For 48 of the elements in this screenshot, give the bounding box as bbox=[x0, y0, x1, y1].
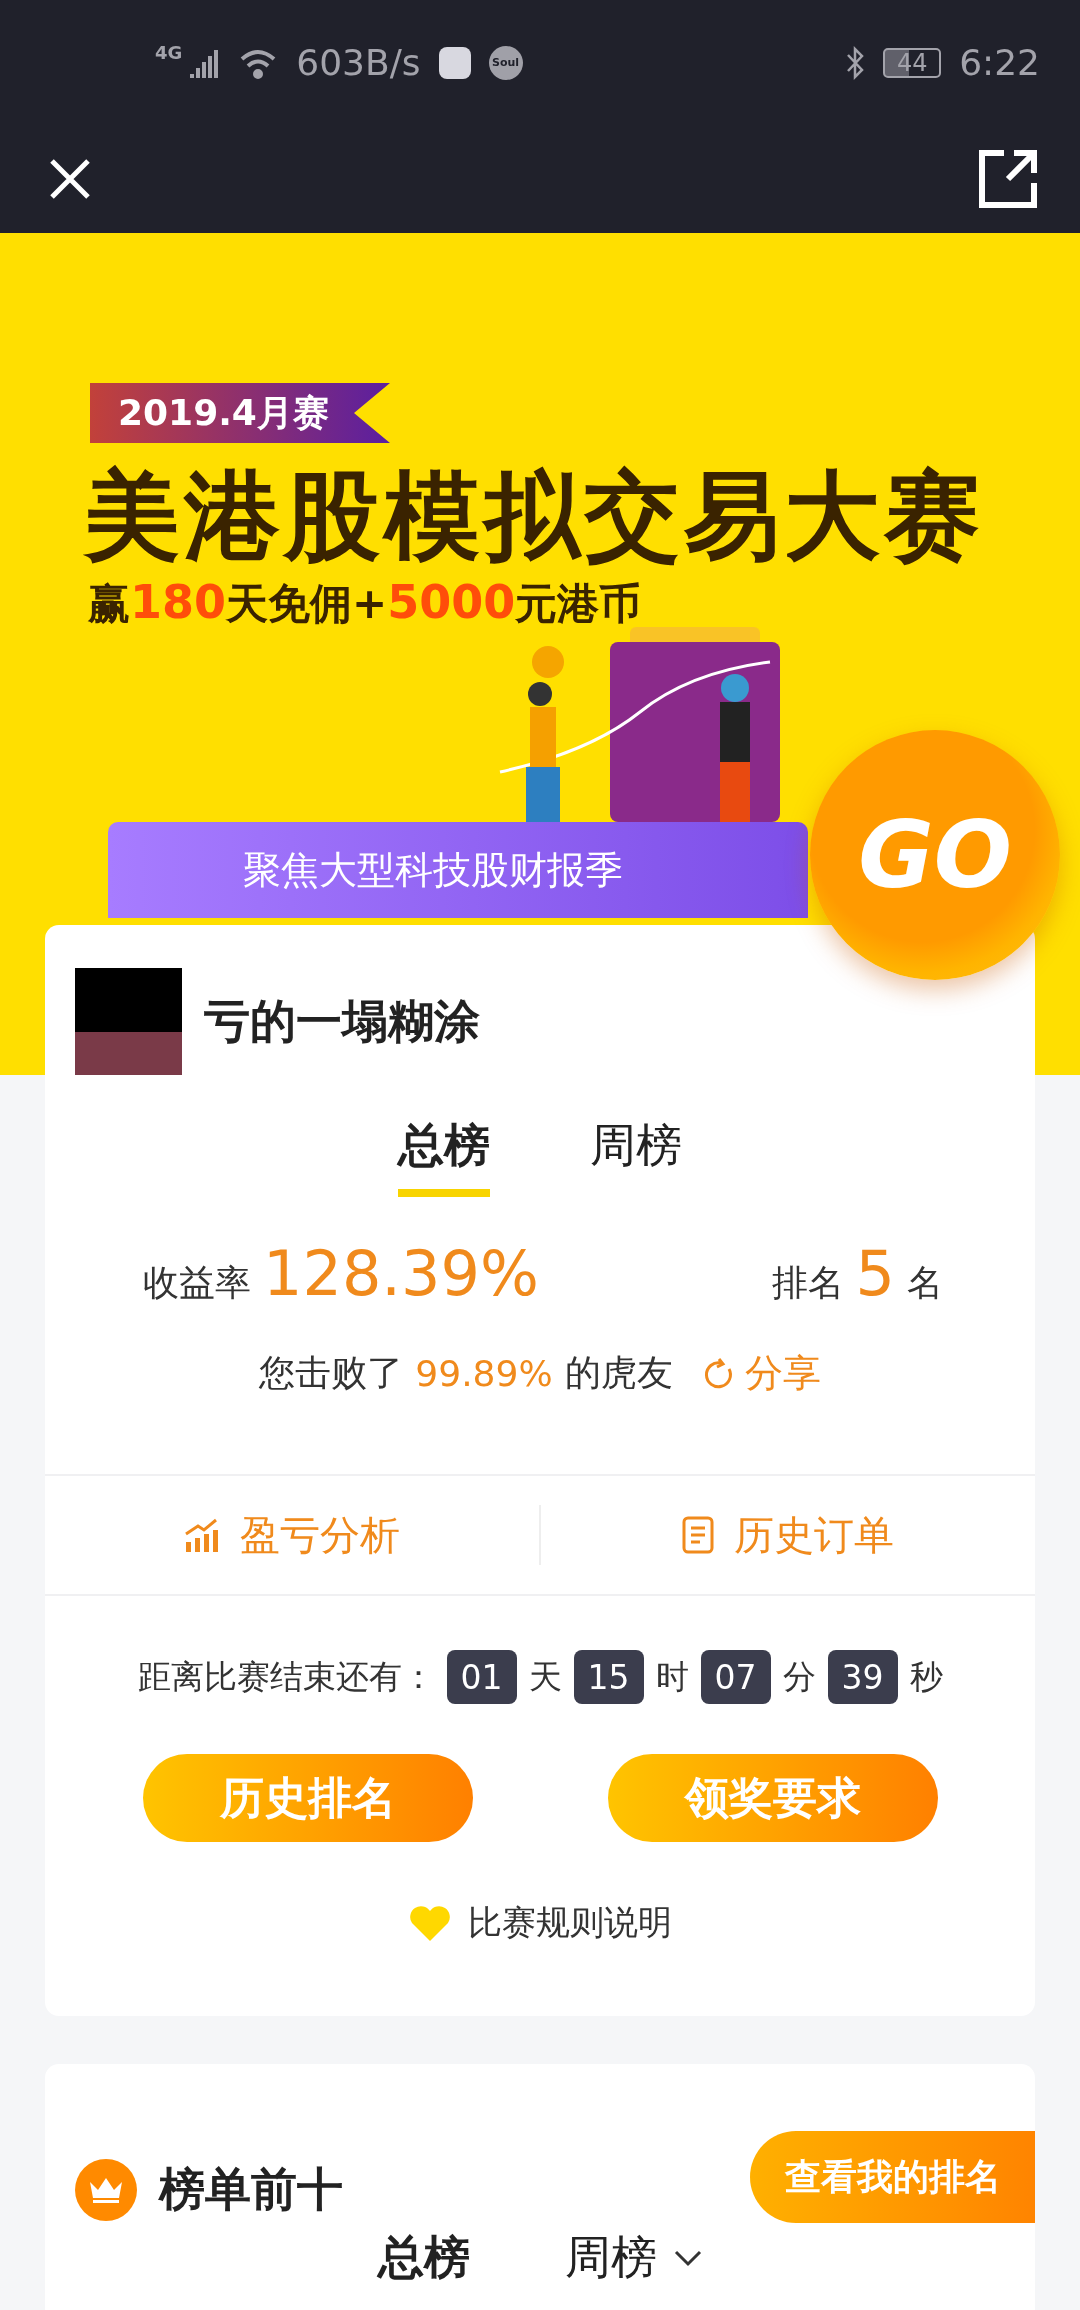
countdown-label: 距离比赛结束还有： bbox=[137, 1655, 435, 1698]
battery-icon: 44 bbox=[883, 47, 942, 78]
countdown-unit: 分 bbox=[782, 1655, 816, 1698]
countdown-unit: 天 bbox=[528, 1655, 562, 1698]
analysis-link[interactable]: 历史订单 bbox=[541, 1507, 1035, 1563]
ranking-tab[interactable]: 周榜 bbox=[564, 2227, 703, 2309]
app-badge: Soul bbox=[488, 45, 523, 80]
clock: 6:22 bbox=[959, 42, 1040, 83]
go-button[interactable]: GO bbox=[810, 730, 1060, 980]
ranking-tab[interactable]: 总榜 bbox=[398, 1115, 490, 1197]
app-icon bbox=[438, 46, 471, 79]
action-button[interactable]: 领奖要求 bbox=[607, 1754, 938, 1842]
action-button[interactable]: 历史排名 bbox=[142, 1754, 473, 1842]
countdown-unit: 时 bbox=[655, 1655, 689, 1698]
banner-subtitle: 赢180天免佣+5000元港币 bbox=[88, 575, 643, 631]
countdown-digits: 39 bbox=[827, 1650, 898, 1704]
rank-unit: 名 bbox=[907, 1261, 943, 1305]
banner-title: 美港股模拟交易大赛 bbox=[84, 461, 985, 571]
user-name: 亏的一塌糊涂 bbox=[204, 992, 480, 1050]
network-speed: 603B/s bbox=[296, 42, 421, 83]
defeat-text: 您击败了 bbox=[259, 1351, 404, 1395]
defeat-text: 的虎友 bbox=[564, 1351, 673, 1395]
return-value: 128.39% bbox=[263, 1237, 539, 1310]
share-link[interactable]: 分享 bbox=[700, 1348, 821, 1399]
countdown-digits: 07 bbox=[700, 1650, 771, 1704]
chevron-down-icon bbox=[672, 2249, 703, 2267]
defeat-percent: 99.89% bbox=[415, 1353, 553, 1394]
document-icon bbox=[682, 1516, 714, 1554]
rules-link[interactable]: 比赛规则说明 bbox=[45, 1900, 1035, 1946]
countdown-unit: 秒 bbox=[909, 1655, 943, 1698]
share-icon[interactable] bbox=[978, 149, 1038, 209]
my-rank-button[interactable]: 查看我的排名 bbox=[750, 2131, 1035, 2223]
close-icon[interactable] bbox=[48, 157, 92, 201]
heart-icon bbox=[408, 1903, 452, 1943]
countdown-digits: 01 bbox=[446, 1650, 517, 1704]
bar-chart-icon bbox=[184, 1518, 220, 1552]
return-label: 收益率 bbox=[143, 1261, 251, 1305]
theme-bar[interactable]: 聚焦大型科技股财报季 bbox=[108, 822, 808, 918]
leaderboard-title: 榜单前十 bbox=[159, 2161, 343, 2218]
rank-value: 5 bbox=[855, 1237, 895, 1310]
rank-label: 排名 bbox=[771, 1261, 844, 1305]
analysis-link[interactable]: 盈亏分析 bbox=[45, 1507, 539, 1563]
network-type: 4G bbox=[155, 42, 183, 63]
ranking-tab[interactable]: 周榜 bbox=[590, 1115, 682, 1197]
ranking-tab[interactable]: 总榜 bbox=[377, 2227, 470, 2309]
countdown-digits: 15 bbox=[573, 1650, 644, 1704]
ribbon: 2019.4月赛 bbox=[90, 383, 390, 443]
bluetooth-icon bbox=[845, 45, 866, 80]
